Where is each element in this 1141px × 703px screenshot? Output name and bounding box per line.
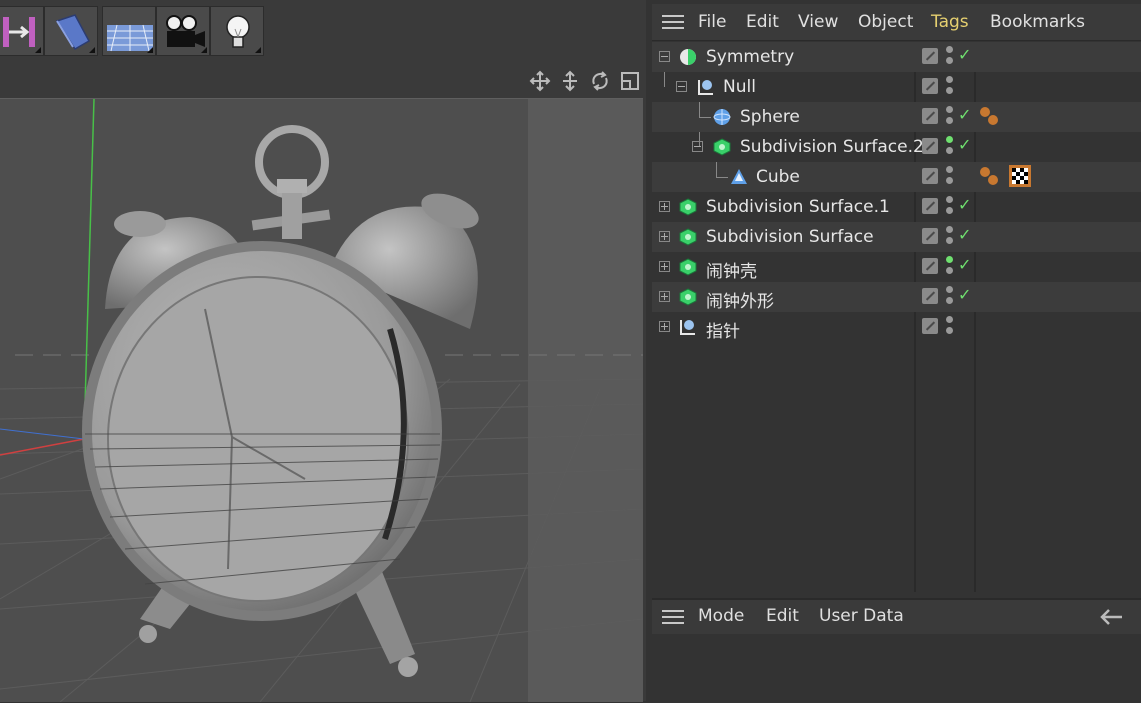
object-row-clock-outline[interactable]: 闹钟外形 ✓ bbox=[652, 282, 1141, 312]
subdivision-surface-icon bbox=[679, 228, 697, 246]
visibility-dots[interactable] bbox=[946, 106, 954, 128]
object-row-subdivision-surface-2[interactable]: Subdivision Surface.2 ✓ bbox=[652, 132, 1141, 162]
sphere-icon bbox=[713, 109, 731, 125]
attribute-manager-menubar: Mode Edit User Data bbox=[652, 600, 1141, 634]
object-row-symmetry[interactable]: Symmetry ✓ bbox=[652, 42, 1141, 72]
visibility-dots[interactable] bbox=[946, 286, 954, 308]
phong-tag-icon[interactable] bbox=[978, 104, 1002, 128]
visibility-dots[interactable] bbox=[946, 46, 954, 68]
collapse-toggle[interactable] bbox=[676, 81, 687, 92]
edit-visibility-button[interactable] bbox=[922, 258, 938, 274]
edit-visibility-button[interactable] bbox=[922, 198, 938, 214]
enabled-check-icon[interactable]: ✓ bbox=[958, 285, 971, 304]
floor-tool-button[interactable] bbox=[102, 6, 156, 56]
object-name: Subdivision Surface.1 bbox=[706, 197, 890, 217]
collapse-toggle[interactable] bbox=[659, 51, 670, 62]
3d-viewport[interactable] bbox=[0, 98, 643, 702]
texture-tag-icon[interactable] bbox=[1008, 164, 1032, 188]
enabled-check-icon[interactable]: ✓ bbox=[958, 255, 971, 274]
move-view-icon[interactable] bbox=[529, 70, 551, 92]
object-row-subdivision-surface-1[interactable]: Subdivision Surface.1 ✓ bbox=[652, 192, 1141, 222]
hamburger-menu-icon[interactable] bbox=[662, 610, 684, 624]
edit-visibility-button[interactable] bbox=[922, 48, 938, 64]
attribute-manager: Mode Edit User Data bbox=[652, 598, 1141, 703]
visibility-dots[interactable] bbox=[946, 76, 954, 98]
visibility-dots[interactable] bbox=[946, 166, 954, 188]
subdivision-surface-icon bbox=[679, 198, 697, 216]
enabled-check-icon[interactable]: ✓ bbox=[958, 45, 971, 64]
enabled-check-icon[interactable]: ✓ bbox=[958, 135, 971, 154]
edit-visibility-button[interactable] bbox=[922, 78, 938, 94]
expand-toggle[interactable] bbox=[659, 201, 670, 212]
arrow-left-icon[interactable] bbox=[1098, 608, 1124, 626]
deformer-tool-button[interactable] bbox=[0, 6, 44, 56]
rotate-view-icon[interactable] bbox=[589, 70, 611, 92]
enabled-check-icon[interactable]: ✓ bbox=[958, 225, 971, 244]
viewport-panel bbox=[0, 0, 646, 702]
enabled-check-icon[interactable]: ✓ bbox=[958, 195, 971, 214]
visibility-dots[interactable] bbox=[946, 226, 954, 248]
menu-mode[interactable]: Mode bbox=[698, 606, 744, 626]
cinema4d-window: File Edit View Object Tags Bookmarks Sym… bbox=[0, 0, 1141, 703]
object-name: Null bbox=[723, 77, 756, 97]
null-icon bbox=[698, 80, 713, 95]
object-name: 闹钟外形 bbox=[706, 292, 774, 312]
extrude-tool-button[interactable] bbox=[44, 6, 98, 56]
hamburger-menu-icon[interactable] bbox=[662, 15, 684, 29]
visibility-dots[interactable] bbox=[946, 256, 954, 278]
maximize-view-icon[interactable] bbox=[619, 70, 641, 92]
expand-toggle[interactable] bbox=[659, 291, 670, 302]
zoom-view-icon[interactable] bbox=[559, 70, 581, 92]
subdivision-surface-icon bbox=[679, 288, 697, 306]
object-name: 指针 bbox=[706, 322, 740, 342]
alarm-clock-scene bbox=[0, 99, 643, 702]
menu-tags[interactable]: Tags bbox=[931, 12, 969, 32]
expand-toggle[interactable] bbox=[659, 321, 670, 332]
object-name: Subdivision Surface bbox=[706, 227, 874, 247]
object-name: Subdivision Surface.2 bbox=[740, 137, 924, 157]
menu-edit[interactable]: Edit bbox=[746, 12, 779, 32]
edit-visibility-button[interactable] bbox=[922, 228, 938, 244]
object-row-null[interactable]: Null bbox=[652, 72, 1141, 102]
object-row-subdivision-surface[interactable]: Subdivision Surface ✓ bbox=[652, 222, 1141, 252]
object-list: Symmetry ✓ Null Sphere ✓ Subdivision Sur… bbox=[652, 42, 1141, 594]
expand-toggle[interactable] bbox=[659, 231, 670, 242]
edit-visibility-button[interactable] bbox=[922, 138, 938, 154]
menu-edit[interactable]: Edit bbox=[766, 606, 799, 626]
visibility-dots[interactable] bbox=[946, 136, 954, 158]
camera-tool-button[interactable] bbox=[156, 6, 210, 56]
subdivision-surface-icon bbox=[679, 258, 697, 276]
object-manager-menubar: File Edit View Object Tags Bookmarks bbox=[652, 4, 1141, 41]
menu-bookmarks[interactable]: Bookmarks bbox=[990, 12, 1085, 32]
phong-tag-icon[interactable] bbox=[978, 164, 1002, 188]
symmetry-icon bbox=[680, 49, 696, 65]
edit-visibility-button[interactable] bbox=[922, 318, 938, 334]
edit-visibility-button[interactable] bbox=[922, 288, 938, 304]
null-icon bbox=[680, 320, 695, 335]
visibility-dots[interactable] bbox=[946, 196, 954, 218]
object-row-clock-hands[interactable]: 指针 bbox=[652, 312, 1141, 342]
menu-file[interactable]: File bbox=[698, 12, 726, 32]
object-name: Cube bbox=[756, 167, 800, 187]
object-name: 闹钟壳 bbox=[706, 262, 757, 282]
collapse-toggle[interactable] bbox=[692, 141, 703, 152]
enabled-check-icon[interactable]: ✓ bbox=[958, 105, 971, 124]
object-row-sphere[interactable]: Sphere ✓ bbox=[652, 102, 1141, 132]
edit-visibility-button[interactable] bbox=[922, 168, 938, 184]
menu-view[interactable]: View bbox=[798, 12, 838, 32]
top-toolbar bbox=[0, 0, 646, 64]
expand-toggle[interactable] bbox=[659, 261, 670, 272]
object-manager: File Edit View Object Tags Bookmarks Sym… bbox=[652, 4, 1141, 594]
visibility-dots[interactable] bbox=[946, 316, 954, 338]
cube-icon bbox=[731, 169, 747, 184]
subdivision-surface-icon bbox=[713, 138, 731, 156]
menu-user-data[interactable]: User Data bbox=[819, 606, 904, 626]
object-name: Symmetry bbox=[706, 47, 795, 67]
light-tool-button[interactable] bbox=[210, 6, 264, 56]
object-name: Sphere bbox=[740, 107, 800, 127]
object-row-clock-shell[interactable]: 闹钟壳 ✓ bbox=[652, 252, 1141, 282]
menu-object[interactable]: Object bbox=[858, 12, 913, 32]
object-row-cube[interactable]: Cube bbox=[652, 162, 1141, 192]
edit-visibility-button[interactable] bbox=[922, 108, 938, 124]
